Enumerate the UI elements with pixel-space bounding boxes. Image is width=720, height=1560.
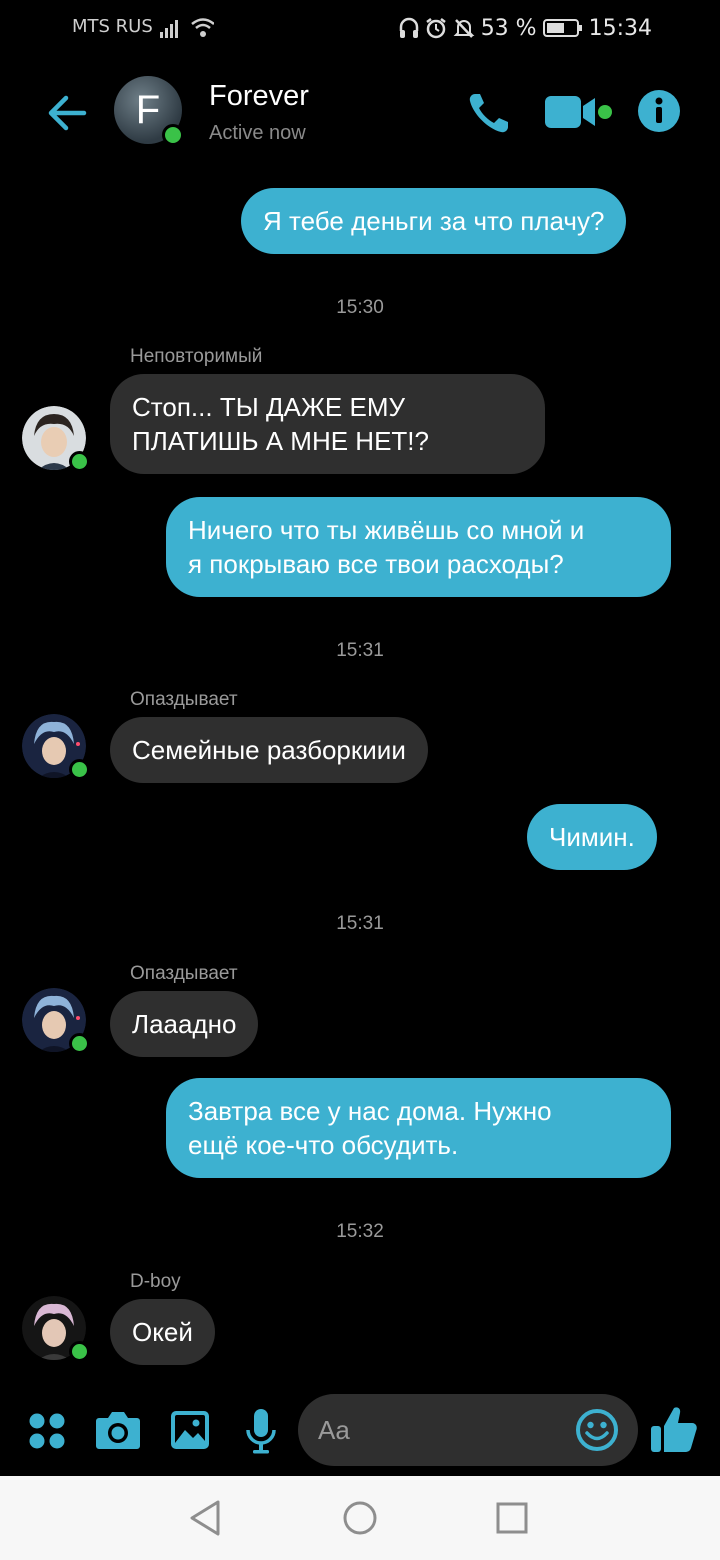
message-incoming[interactable]: Окей (110, 1299, 215, 1365)
message-input[interactable] (318, 1410, 558, 1450)
battery-icon (542, 19, 582, 37)
thumbs-up-icon[interactable] (650, 1404, 698, 1454)
message-incoming[interactable]: Лааадно (110, 991, 259, 1057)
message-outgoing[interactable]: Чимин. (527, 804, 657, 870)
message-incoming[interactable]: Семейные разборкиии (110, 717, 428, 783)
status-bar: MTS RUS 53 % 15:34 (0, 0, 720, 56)
message-text: Окей (132, 1317, 193, 1347)
info-icon[interactable] (637, 89, 681, 133)
online-indicator (69, 1033, 90, 1054)
gallery-icon[interactable] (170, 1410, 210, 1450)
video-call-icon[interactable] (543, 92, 615, 132)
system-nav-bar (0, 1476, 720, 1560)
chat-title[interactable]: Forever (209, 80, 309, 113)
message-composer (0, 1392, 720, 1472)
message-text-line: Стоп... ТЫ ДАЖЕ ЕМУ (132, 392, 405, 422)
message-text-line: ещё кое-что обсудить. (188, 1130, 459, 1160)
battery-percent: 53 % (480, 15, 537, 41)
online-indicator (162, 124, 184, 146)
emoji-icon[interactable] (575, 1408, 619, 1452)
nav-home-icon[interactable] (340, 1498, 380, 1538)
message-outgoing[interactable]: Ничего что ты живёшь со мной и я покрыва… (166, 497, 671, 597)
sender-name: D-boy (130, 1271, 181, 1292)
message-text: Лааадно (132, 1009, 237, 1039)
chat-screen: MTS RUS 53 % 15:34 F Forever Active now … (0, 0, 720, 1560)
status-icons: 53 % 15:34 (399, 14, 652, 42)
message-outgoing[interactable]: Я тебе деньги за что плачу? (241, 188, 627, 254)
sender-avatar[interactable] (22, 1296, 90, 1362)
sender-name: Неповторимый (130, 346, 263, 367)
message-text: Чимин. (549, 822, 635, 852)
online-indicator (69, 1341, 90, 1362)
timestamp: 15:32 (336, 1221, 384, 1242)
alarm-icon (425, 18, 446, 39)
online-indicator (69, 759, 90, 780)
message-text-line: Завтра все у нас дома. Нужно (188, 1096, 552, 1126)
phone-icon[interactable] (466, 90, 512, 136)
chat-status: Active now (209, 122, 306, 144)
message-text: Семейные разборкиии (132, 735, 406, 765)
timestamp: 15:31 (336, 913, 384, 934)
sender-name: Опаздывает (130, 963, 238, 984)
nav-back-icon[interactable] (186, 1498, 226, 1538)
nav-recents-icon[interactable] (492, 1498, 532, 1538)
carrier-name: MTS RUS (72, 16, 153, 37)
mute-notifications-icon (453, 19, 475, 38)
timestamp: 15:30 (336, 297, 384, 318)
chat-header: F Forever Active now (0, 64, 720, 164)
sender-name: Опаздывает (130, 689, 238, 710)
clock: 15:34 (588, 15, 652, 41)
message-text-line: ПЛАТИШЬ А МНЕ НЕТ!? (132, 426, 429, 456)
back-arrow-icon[interactable] (44, 90, 90, 136)
headphones-icon (399, 17, 418, 38)
sender-avatar[interactable] (22, 714, 90, 780)
message-incoming[interactable]: Стоп... ТЫ ДАЖЕ ЕМУ ПЛАТИШЬ А МНЕ НЕТ!? (110, 374, 545, 474)
sender-avatar[interactable] (22, 406, 90, 472)
signal-wifi-icon (160, 18, 214, 38)
apps-icon[interactable] (28, 1412, 66, 1450)
message-text-line: Ничего что ты живёшь со мной и (188, 515, 585, 545)
message-outgoing[interactable]: Завтра все у нас дома. Нужно ещё кое-что… (166, 1078, 671, 1178)
microphone-icon[interactable] (245, 1408, 277, 1454)
online-indicator (69, 451, 90, 472)
message-text: Я тебе деньги за что плачу? (263, 206, 605, 236)
sender-avatar[interactable] (22, 988, 90, 1054)
camera-icon[interactable] (95, 1410, 141, 1450)
message-input-box[interactable] (298, 1394, 638, 1466)
timestamp: 15:31 (336, 640, 384, 661)
avatar-letter: F (135, 87, 161, 132)
message-text-line: я покрываю все твои расходы? (188, 549, 564, 579)
group-avatar[interactable]: F (114, 76, 184, 146)
